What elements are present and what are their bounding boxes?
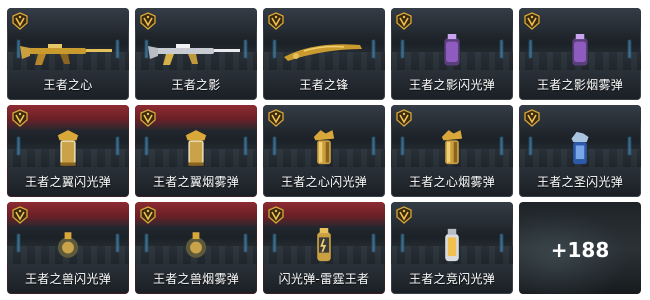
item-tile[interactable]: 王者之影烟雾弹	[519, 8, 641, 100]
item-image	[135, 28, 257, 74]
item-tile[interactable]: 王者之竞闪光弹	[391, 202, 513, 294]
item-image	[519, 125, 641, 171]
item-name: 王者之心烟雾弹	[408, 175, 496, 189]
item-tile[interactable]: 王者之兽烟雾弹	[135, 202, 257, 294]
item-image	[391, 28, 513, 74]
item-name: 闪光弹-雷霆王者	[278, 272, 370, 286]
item-tile[interactable]: 王者之心	[7, 8, 129, 100]
item-image	[263, 28, 385, 74]
item-name: 王者之影	[171, 78, 221, 92]
item-tile[interactable]: 王者之兽闪光弹	[7, 202, 129, 294]
item-tile[interactable]: 王者之翼烟雾弹	[135, 105, 257, 197]
item-image	[519, 28, 641, 74]
item-name: 王者之心	[43, 78, 93, 92]
item-tile[interactable]: 王者之影	[135, 8, 257, 100]
item-name: 王者之心闪光弹	[280, 175, 368, 189]
item-name: 王者之翼烟雾弹	[152, 175, 240, 189]
item-image	[7, 28, 129, 74]
item-image	[135, 222, 257, 268]
item-image	[391, 125, 513, 171]
item-tile[interactable]: 王者之心闪光弹	[263, 105, 385, 197]
item-name: 王者之翼闪光弹	[24, 175, 112, 189]
item-image	[263, 222, 385, 268]
item-name: 王者之影烟雾弹	[536, 78, 624, 92]
item-tile[interactable]: 王者之心烟雾弹	[391, 105, 513, 197]
item-tile[interactable]: 王者之圣闪光弹	[519, 105, 641, 197]
item-image	[7, 125, 129, 171]
item-name: 王者之影闪光弹	[408, 78, 496, 92]
item-image	[135, 125, 257, 171]
item-image	[263, 125, 385, 171]
item-name: 王者之锋	[299, 78, 349, 92]
item-tile[interactable]: 王者之锋	[263, 8, 385, 100]
item-name: 王者之竞闪光弹	[408, 272, 496, 286]
item-tile[interactable]: 王者之影闪光弹	[391, 8, 513, 100]
item-tile[interactable]: 王者之翼闪光弹	[7, 105, 129, 197]
item-tile[interactable]: 闪光弹-雷霆王者	[263, 202, 385, 294]
item-name: 王者之圣闪光弹	[536, 175, 624, 189]
more-items-count: +188	[550, 238, 610, 262]
item-image	[7, 222, 129, 268]
more-items-tile[interactable]: +188	[519, 202, 641, 294]
item-name: 王者之兽闪光弹	[24, 272, 112, 286]
item-image	[391, 222, 513, 268]
item-name: 王者之兽烟雾弹	[152, 272, 240, 286]
